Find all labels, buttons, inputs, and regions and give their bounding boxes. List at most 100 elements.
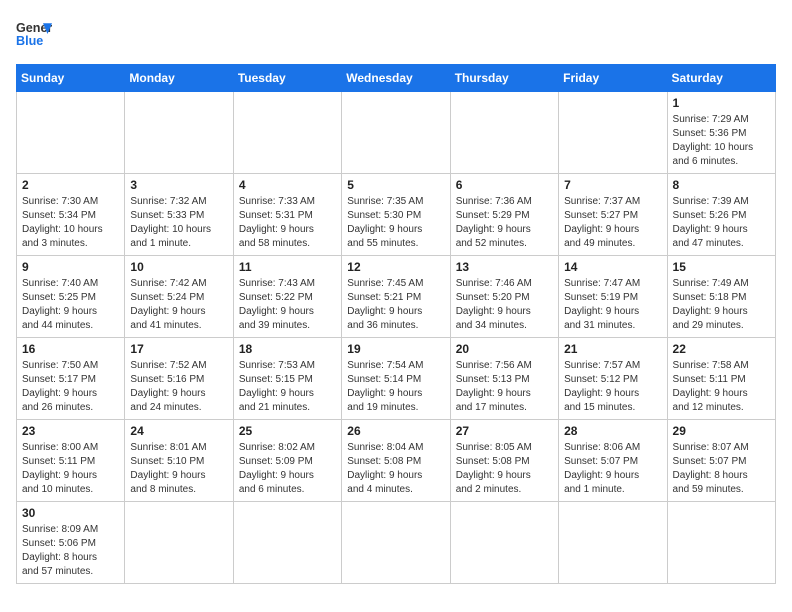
day-cell-29: 29Sunrise: 8:07 AM Sunset: 5:07 PM Dayli… (667, 420, 775, 502)
day-cell-18: 18 Sunrise: 7:53 AM Sunset: 5:15 PM Dayli… (233, 338, 341, 420)
day-info: Sunrise: 7:40 AM Sunset: 5:25 PM Dayligh… (22, 277, 119, 333)
empty-cell (559, 92, 667, 174)
day-info: Sunrise: 7:33 AM Sunset: 5:31 PM Dayligh… (239, 195, 336, 251)
week-row-1: 1Sunrise: 7:29 AM Sunset: 5:36 PM Daylig… (17, 92, 776, 174)
empty-cell (125, 502, 233, 584)
day-info: Sunrise: 7:30 AM Sunset: 5:34 PM Dayligh… (22, 195, 119, 251)
day-number: 4 (239, 178, 336, 192)
day-number: 18 (239, 342, 336, 356)
day-cell-8: 8Sunrise: 7:39 AM Sunset: 5:26 PM Daylig… (667, 174, 775, 256)
day-number: 24 (130, 424, 227, 438)
day-info: Sunrise: 8:01 AM Sunset: 5:10 PM Dayligh… (130, 441, 227, 497)
day-cell-7: 7 Sunrise: 7:37 AM Sunset: 5:27 PM Daylig… (559, 174, 667, 256)
day-cell-9: 9Sunrise: 7:40 AM Sunset: 5:25 PM Daylig… (17, 256, 125, 338)
day-cell-3: 3Sunrise: 7:32 AM Sunset: 5:33 PM Daylig… (125, 174, 233, 256)
calendar-header: SundayMondayTuesdayWednesdayThursdayFrid… (17, 65, 776, 92)
day-cell-1: 1Sunrise: 7:29 AM Sunset: 5:36 PM Daylig… (667, 92, 775, 174)
day-number: 22 (673, 342, 770, 356)
day-cell-30: 30Sunrise: 8:09 AM Sunset: 5:06 PM Dayli… (17, 502, 125, 584)
day-number: 12 (347, 260, 444, 274)
day-cell-24: 24 Sunrise: 8:01 AM Sunset: 5:10 PM Dayli… (125, 420, 233, 502)
weekday-header-wednesday: Wednesday (342, 65, 450, 92)
day-cell-23: 23Sunrise: 8:00 AM Sunset: 5:11 PM Dayli… (17, 420, 125, 502)
day-info: Sunrise: 8:04 AM Sunset: 5:08 PM Dayligh… (347, 441, 444, 497)
svg-text:Blue: Blue (16, 34, 43, 48)
day-number: 29 (673, 424, 770, 438)
week-row-5: 23Sunrise: 8:00 AM Sunset: 5:11 PM Dayli… (17, 420, 776, 502)
empty-cell (342, 502, 450, 584)
day-info: Sunrise: 7:52 AM Sunset: 5:16 PM Dayligh… (130, 359, 227, 415)
day-info: Sunrise: 8:05 AM Sunset: 5:08 PM Dayligh… (456, 441, 553, 497)
day-info: Sunrise: 7:35 AM Sunset: 5:30 PM Dayligh… (347, 195, 444, 251)
day-number: 26 (347, 424, 444, 438)
day-cell-26: 26 Sunrise: 8:04 AM Sunset: 5:08 PM Dayli… (342, 420, 450, 502)
day-info: Sunrise: 7:37 AM Sunset: 5:27 PM Dayligh… (564, 195, 661, 251)
day-info: Sunrise: 8:06 AM Sunset: 5:07 PM Dayligh… (564, 441, 661, 497)
logo-icon: General Blue (16, 16, 52, 52)
empty-cell (17, 92, 125, 174)
calendar-table: SundayMondayTuesdayWednesdayThursdayFrid… (16, 64, 776, 584)
day-cell-13: 13Sunrise: 7:46 AM Sunset: 5:20 PM Dayli… (450, 256, 558, 338)
day-info: Sunrise: 7:47 AM Sunset: 5:19 PM Dayligh… (564, 277, 661, 333)
empty-cell (233, 92, 341, 174)
day-cell-2: 2Sunrise: 7:30 AM Sunset: 5:34 PM Daylig… (17, 174, 125, 256)
day-cell-5: 5 Sunrise: 7:35 AM Sunset: 5:30 PM Daylig… (342, 174, 450, 256)
day-number: 17 (130, 342, 227, 356)
day-info: Sunrise: 7:56 AM Sunset: 5:13 PM Dayligh… (456, 359, 553, 415)
day-number: 20 (456, 342, 553, 356)
day-info: Sunrise: 7:50 AM Sunset: 5:17 PM Dayligh… (22, 359, 119, 415)
day-cell-21: 21Sunrise: 7:57 AM Sunset: 5:12 PM Dayli… (559, 338, 667, 420)
day-number: 28 (564, 424, 661, 438)
weekday-header-saturday: Saturday (667, 65, 775, 92)
day-number: 14 (564, 260, 661, 274)
empty-cell (667, 502, 775, 584)
day-cell-16: 16 Sunrise: 7:50 AM Sunset: 5:17 PM Dayli… (17, 338, 125, 420)
day-number: 19 (347, 342, 444, 356)
day-cell-25: 25 Sunrise: 8:02 AM Sunset: 5:09 PM Dayli… (233, 420, 341, 502)
day-cell-22: 22 Sunrise: 7:58 AM Sunset: 5:11 PM Dayli… (667, 338, 775, 420)
day-number: 3 (130, 178, 227, 192)
week-row-4: 16 Sunrise: 7:50 AM Sunset: 5:17 PM Dayli… (17, 338, 776, 420)
day-info: Sunrise: 8:00 AM Sunset: 5:11 PM Dayligh… (22, 441, 119, 497)
day-cell-20: 20 Sunrise: 7:56 AM Sunset: 5:13 PM Dayli… (450, 338, 558, 420)
empty-cell (342, 92, 450, 174)
week-row-2: 2Sunrise: 7:30 AM Sunset: 5:34 PM Daylig… (17, 174, 776, 256)
weekday-header-thursday: Thursday (450, 65, 558, 92)
day-info: Sunrise: 8:02 AM Sunset: 5:09 PM Dayligh… (239, 441, 336, 497)
day-number: 15 (673, 260, 770, 274)
day-cell-19: 19 Sunrise: 7:54 AM Sunset: 5:14 PM Dayli… (342, 338, 450, 420)
day-number: 25 (239, 424, 336, 438)
day-number: 30 (22, 506, 119, 520)
day-info: Sunrise: 7:42 AM Sunset: 5:24 PM Dayligh… (130, 277, 227, 333)
day-info: Sunrise: 7:29 AM Sunset: 5:36 PM Dayligh… (673, 113, 770, 169)
day-number: 11 (239, 260, 336, 274)
day-info: Sunrise: 7:58 AM Sunset: 5:11 PM Dayligh… (673, 359, 770, 415)
day-number: 5 (347, 178, 444, 192)
day-cell-4: 4 Sunrise: 7:33 AM Sunset: 5:31 PM Daylig… (233, 174, 341, 256)
calendar-body: 1Sunrise: 7:29 AM Sunset: 5:36 PM Daylig… (17, 92, 776, 584)
weekday-header-row: SundayMondayTuesdayWednesdayThursdayFrid… (17, 65, 776, 92)
week-row-6: 30Sunrise: 8:09 AM Sunset: 5:06 PM Dayli… (17, 502, 776, 584)
day-number: 8 (673, 178, 770, 192)
day-info: Sunrise: 7:36 AM Sunset: 5:29 PM Dayligh… (456, 195, 553, 251)
day-number: 27 (456, 424, 553, 438)
day-number: 6 (456, 178, 553, 192)
day-number: 7 (564, 178, 661, 192)
empty-cell (450, 92, 558, 174)
weekday-header-friday: Friday (559, 65, 667, 92)
weekday-header-tuesday: Tuesday (233, 65, 341, 92)
day-cell-27: 27 Sunrise: 8:05 AM Sunset: 5:08 PM Dayli… (450, 420, 558, 502)
day-info: Sunrise: 7:53 AM Sunset: 5:15 PM Dayligh… (239, 359, 336, 415)
weekday-header-monday: Monday (125, 65, 233, 92)
day-info: Sunrise: 7:49 AM Sunset: 5:18 PM Dayligh… (673, 277, 770, 333)
day-cell-17: 17 Sunrise: 7:52 AM Sunset: 5:16 PM Dayli… (125, 338, 233, 420)
day-cell-11: 11 Sunrise: 7:43 AM Sunset: 5:22 PM Dayli… (233, 256, 341, 338)
empty-cell (559, 502, 667, 584)
day-number: 21 (564, 342, 661, 356)
page-header: General Blue (16, 16, 776, 52)
day-info: Sunrise: 7:54 AM Sunset: 5:14 PM Dayligh… (347, 359, 444, 415)
day-info: Sunrise: 7:43 AM Sunset: 5:22 PM Dayligh… (239, 277, 336, 333)
logo: General Blue (16, 16, 52, 52)
week-row-3: 9Sunrise: 7:40 AM Sunset: 5:25 PM Daylig… (17, 256, 776, 338)
day-number: 16 (22, 342, 119, 356)
